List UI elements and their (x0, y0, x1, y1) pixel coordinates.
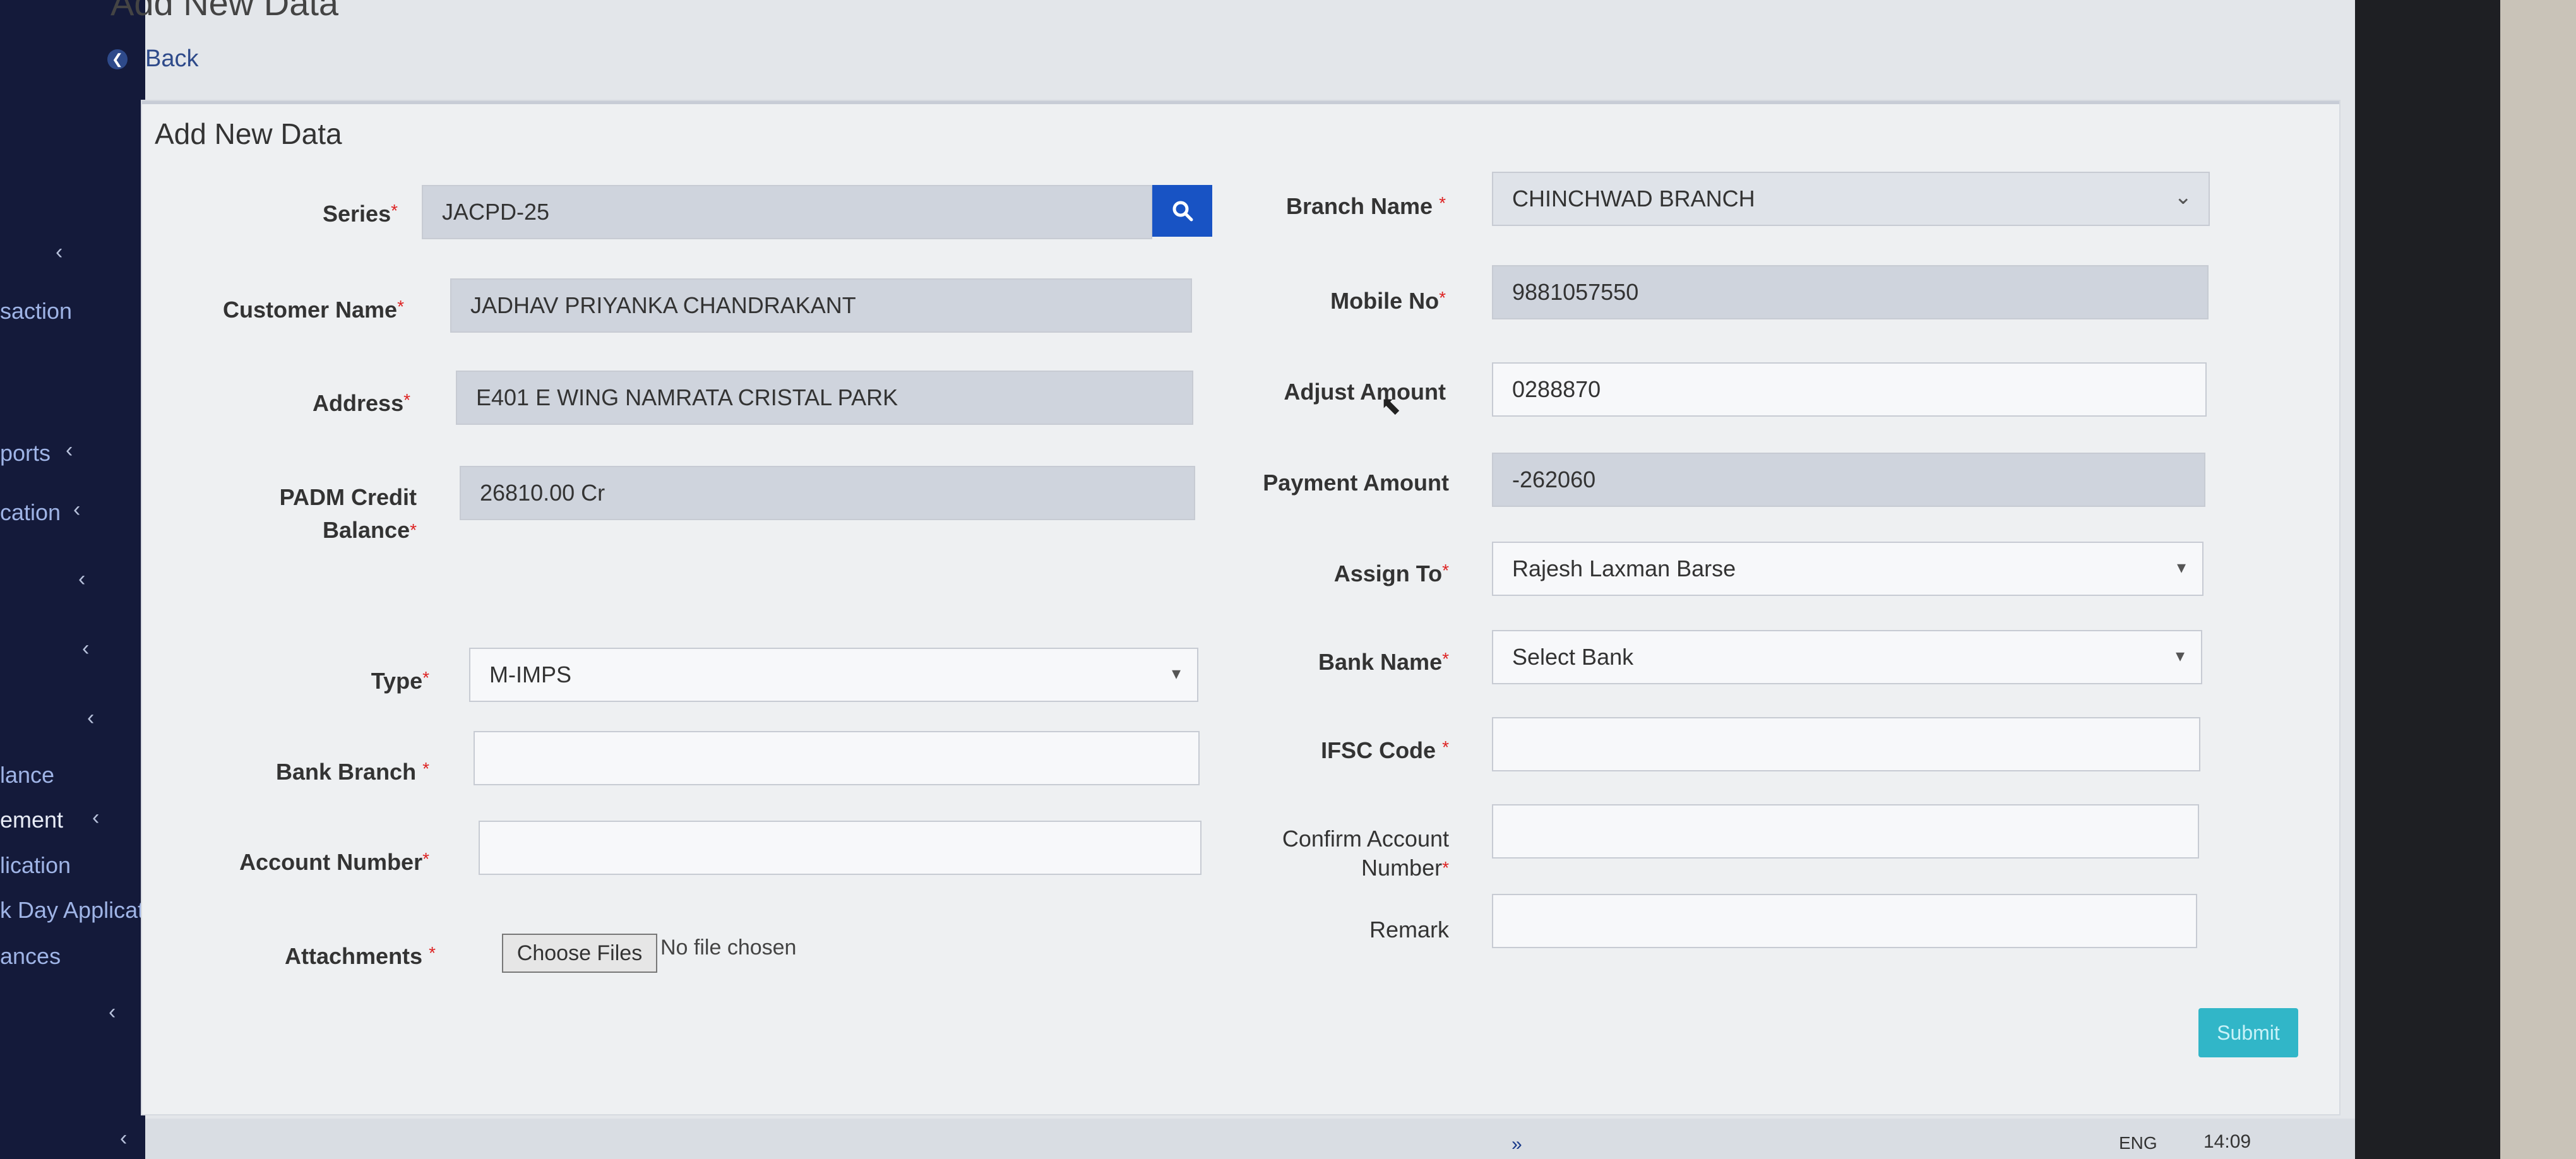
chevron-left-icon[interactable]: ‹ (109, 1000, 116, 1025)
sidebar-item-application-2[interactable]: lication (0, 852, 71, 879)
address-field[interactable]: E401 E WING NAMRATA CRISTAL PARK (456, 371, 1193, 425)
file-status-text: No file chosen (660, 936, 797, 960)
page-title: Add New Data (110, 0, 339, 23)
remark-input[interactable] (1492, 894, 2197, 948)
language-indicator[interactable]: ENG (2119, 1133, 2157, 1153)
assign-to-select[interactable]: Rajesh Laxman Barse ▾ (1492, 542, 2203, 596)
account-number-input[interactable] (479, 821, 1202, 875)
sidebar-item-application[interactable]: cation (0, 499, 61, 526)
series-search-button[interactable] (1152, 185, 1212, 237)
background-desk (2500, 0, 2576, 1159)
bank-name-label: Bank Name* (1318, 649, 1449, 675)
type-select[interactable]: M-IMPS ▾ (469, 648, 1198, 702)
sidebar-item-transaction[interactable]: saction (0, 298, 72, 324)
ifsc-code-input[interactable] (1492, 717, 2200, 771)
adjust-amount-label: Adjust Amount (1284, 379, 1446, 405)
choose-files-button[interactable]: Choose Files (502, 934, 657, 973)
sidebar: ‹ saction ports ‹ cation ‹ ‹ ‹ ‹ lance e… (0, 0, 149, 1159)
chevron-left-icon[interactable]: ‹ (66, 438, 73, 463)
payment-amount-field[interactable]: -262060 (1492, 453, 2205, 507)
adjust-amount-input[interactable]: 0288870 (1492, 362, 2207, 417)
taskbar-overflow-icon[interactable]: » (1512, 1134, 1522, 1155)
dropdown-caret-icon: ▾ (1171, 663, 1181, 683)
clock[interactable]: 14:09 (2203, 1131, 2251, 1153)
card-title: Add New Data (155, 117, 342, 150)
branch-name-label: Branch Name * (1285, 193, 1446, 219)
bank-branch-label: Bank Branch * (276, 759, 429, 785)
dropdown-caret-icon: ▾ (2176, 557, 2186, 577)
bank-name-select[interactable]: Select Bank ▾ (1492, 630, 2202, 684)
chevron-left-icon[interactable]: ‹ (120, 1126, 127, 1151)
search-icon (1172, 201, 1193, 222)
bank-branch-input[interactable] (474, 731, 1200, 785)
chevron-left-icon[interactable]: ‹ (78, 567, 85, 591)
account-number-label: Account Number* (239, 849, 429, 875)
dropdown-caret-icon: ▾ (2175, 646, 2185, 665)
confirm-account-number-input[interactable] (1492, 804, 2199, 859)
ifsc-code-label: IFSC Code * (1321, 737, 1449, 763)
back-label: Back (145, 45, 199, 72)
series-field[interactable]: JACPD-25 (422, 185, 1152, 239)
monitor-bezel (2355, 0, 2500, 1159)
address-label: Address* (313, 390, 410, 416)
sidebar-item-balances[interactable]: ances (0, 943, 61, 970)
chevron-left-icon[interactable]: ‹ (87, 706, 94, 730)
form-card (142, 101, 2339, 1114)
payment-amount-label: Payment Amount (1263, 470, 1449, 496)
chevron-left-icon[interactable]: ‹ (82, 636, 89, 661)
type-label: Type* (371, 668, 429, 694)
padm-credit-balance-field[interactable]: 26810.00 Cr (460, 466, 1195, 520)
back-link[interactable]: ❮ Back (107, 45, 198, 73)
back-arrow-icon: ❮ (107, 49, 128, 69)
chevron-left-icon[interactable]: ‹ (73, 497, 80, 522)
chevron-left-icon[interactable]: ‹ (56, 240, 63, 264)
customer-name-field[interactable]: JADHAV PRIYANKA CHANDRAKANT (450, 278, 1192, 333)
assign-to-label: Assign To* (1333, 561, 1449, 586)
mobile-no-label: Mobile No* (1330, 288, 1446, 314)
sidebar-item-balance[interactable]: lance (0, 762, 54, 788)
taskbar (145, 1119, 2368, 1159)
confirm-account-number-label: Confirm Account Number* (1282, 826, 1449, 881)
submit-button[interactable]: Submit (2198, 1008, 2298, 1057)
sidebar-item-reports[interactable]: ports (0, 440, 51, 467)
chevron-down-icon: ⌄ (2174, 185, 2193, 209)
sidebar-item-day-application[interactable]: k Day Applicati (0, 897, 149, 924)
customer-name-label: Customer Name* (223, 297, 404, 323)
sidebar-item-management[interactable]: ement (0, 807, 63, 833)
padm-credit-balance-label: PADM Credit Balance* (279, 484, 417, 543)
series-label: Series* (323, 201, 398, 227)
branch-name-select[interactable]: CHINCHWAD BRANCH ⌄ (1492, 172, 2210, 226)
remark-label: Remark (1369, 917, 1449, 942)
attachments-label: Attachments * (285, 943, 436, 969)
chevron-left-icon[interactable]: ‹ (92, 805, 99, 830)
mouse-cursor-icon: ⬉ (1380, 392, 1402, 420)
mobile-no-field[interactable]: 9881057550 (1492, 265, 2209, 319)
